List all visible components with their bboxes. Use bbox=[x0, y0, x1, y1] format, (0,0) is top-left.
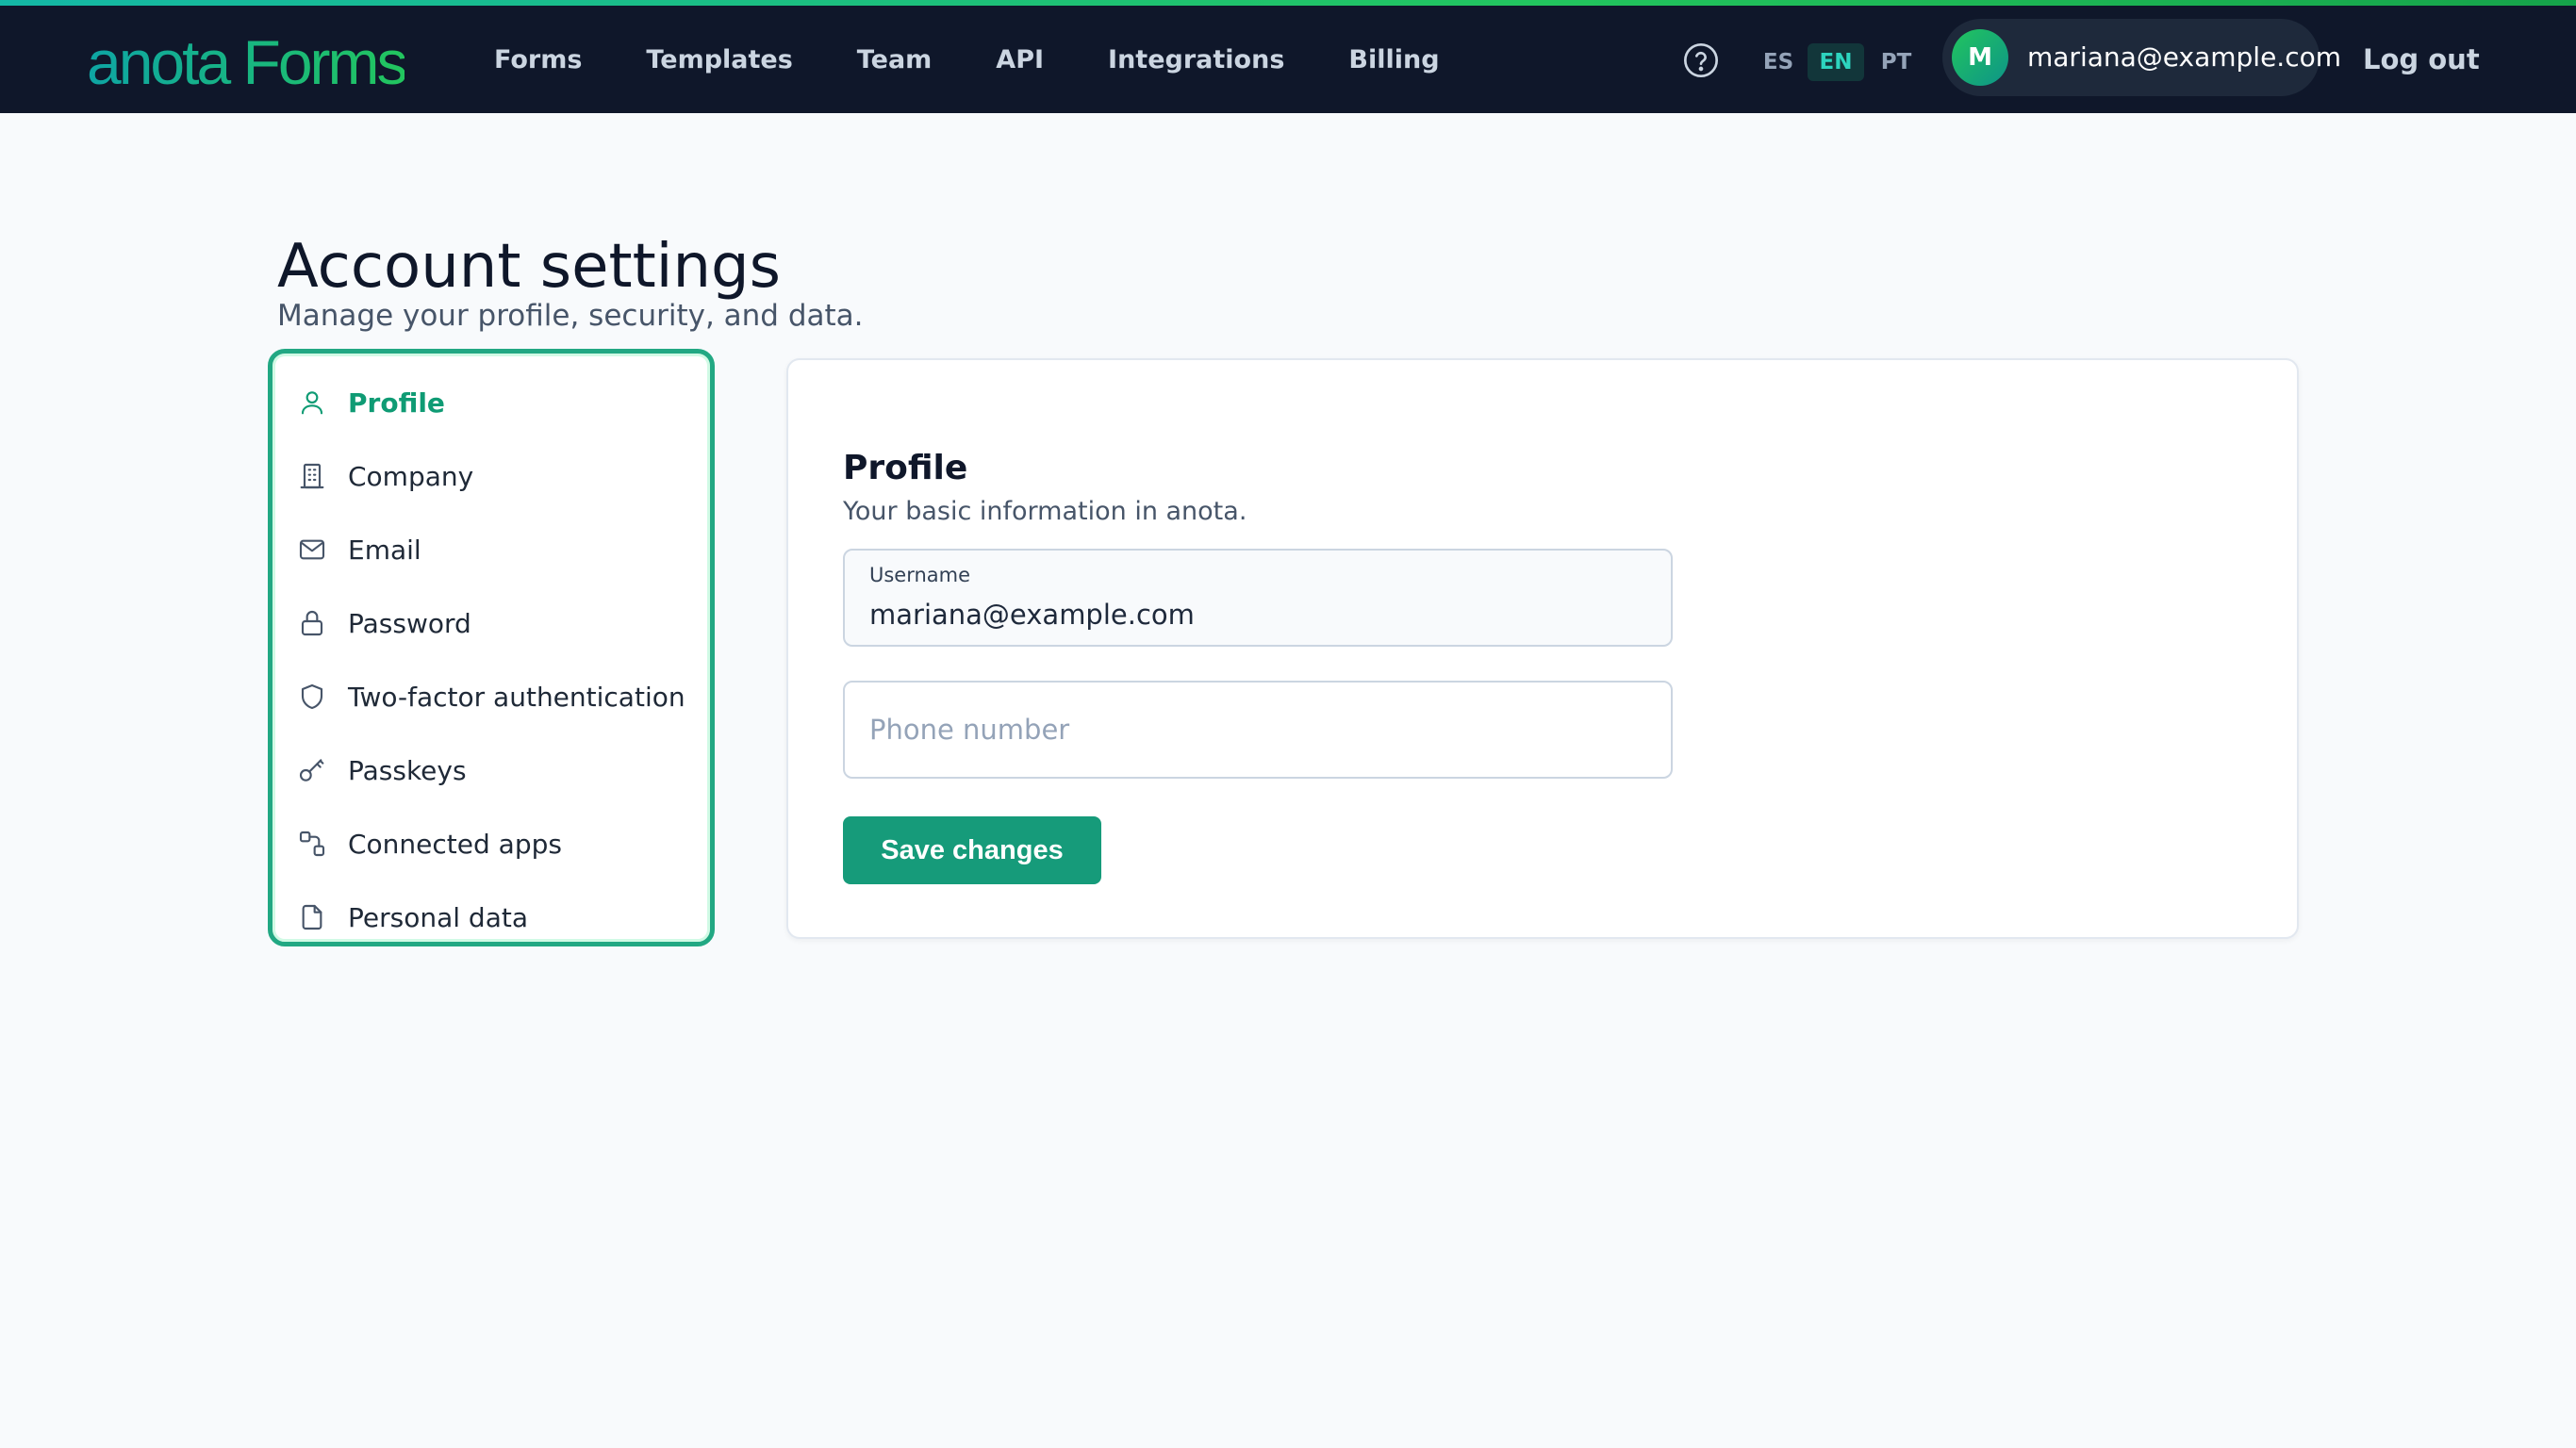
nav-item-api[interactable]: API bbox=[996, 45, 1044, 74]
sidebar-item-label: Company bbox=[348, 460, 474, 492]
key-icon bbox=[299, 759, 324, 782]
phone-input[interactable] bbox=[869, 711, 1643, 749]
sidebar-item-label: Email bbox=[348, 534, 421, 566]
sidebar-item-connected-apps[interactable]: Connected apps bbox=[297, 815, 693, 872]
sidebar-item-profile[interactable]: Profile bbox=[297, 374, 693, 431]
file-icon bbox=[302, 904, 322, 930]
mail-icon bbox=[299, 539, 325, 560]
save-button[interactable]: Save changes bbox=[843, 816, 1101, 884]
language-option-en[interactable]: EN bbox=[1808, 43, 1864, 81]
help-circle-icon[interactable] bbox=[1682, 41, 1720, 79]
main-nav: Forms Templates Team API Integrations Bi… bbox=[494, 6, 1504, 113]
lock-icon bbox=[301, 611, 323, 636]
connected-apps-icon bbox=[299, 831, 325, 857]
user-email: mariana@example.com bbox=[2027, 41, 2342, 73]
sidebar-item-label: Two-factor authentication bbox=[348, 681, 685, 713]
sidebar-item-label: Personal data bbox=[348, 901, 528, 933]
logout-button[interactable]: Log out bbox=[2363, 6, 2480, 113]
page-subtitle: Manage your profile, security, and data. bbox=[277, 299, 864, 333]
user-menu[interactable]: M mariana@example.com bbox=[1942, 19, 2341, 96]
sidebar-item-label: Password bbox=[348, 607, 471, 639]
sidebar-item-label: Passkeys bbox=[348, 754, 467, 786]
sidebar-item-email[interactable]: Email bbox=[297, 521, 693, 578]
sidebar-item-personal-data[interactable]: Personal data bbox=[297, 889, 693, 946]
sidebar-item-password[interactable]: Password bbox=[297, 595, 693, 651]
top-navigation-bar: anota Forms Forms Templates Team API Int… bbox=[0, 6, 2576, 113]
language-option-es[interactable]: ES bbox=[1759, 43, 1797, 81]
sidebar-item-two-factor[interactable]: Two-factor authentication bbox=[297, 668, 693, 725]
phone-field[interactable] bbox=[843, 681, 1673, 779]
sidebar-item-passkeys[interactable]: Passkeys bbox=[297, 742, 693, 798]
shield-icon bbox=[301, 683, 323, 710]
sidebar-item-company[interactable]: Company bbox=[297, 448, 693, 504]
app-logo[interactable]: anota Forms bbox=[87, 25, 407, 100]
building-icon bbox=[300, 463, 324, 489]
sidebar-item-label: Connected apps bbox=[348, 828, 562, 860]
settings-sidebar: Profile Company Email Password Two-facto… bbox=[268, 349, 715, 946]
username-input[interactable] bbox=[869, 596, 1643, 634]
section-subtitle: Your basic information in anota. bbox=[843, 497, 1247, 526]
nav-item-billing[interactable]: Billing bbox=[1348, 45, 1439, 74]
avatar: M bbox=[1952, 29, 2008, 86]
username-label: Username bbox=[869, 564, 971, 586]
user-icon bbox=[301, 391, 323, 415]
nav-item-templates[interactable]: Templates bbox=[646, 45, 792, 74]
language-option-pt[interactable]: PT bbox=[1876, 43, 1916, 81]
nav-item-team[interactable]: Team bbox=[857, 45, 933, 74]
nav-item-integrations[interactable]: Integrations bbox=[1108, 45, 1284, 74]
page-title: Account settings bbox=[277, 231, 781, 302]
section-title: Profile bbox=[843, 448, 968, 487]
username-field[interactable]: Username bbox=[843, 549, 1673, 647]
profile-card: Profile Your basic information in anota.… bbox=[786, 358, 2299, 939]
nav-item-forms[interactable]: Forms bbox=[494, 45, 582, 74]
sidebar-item-label: Profile bbox=[348, 387, 445, 419]
